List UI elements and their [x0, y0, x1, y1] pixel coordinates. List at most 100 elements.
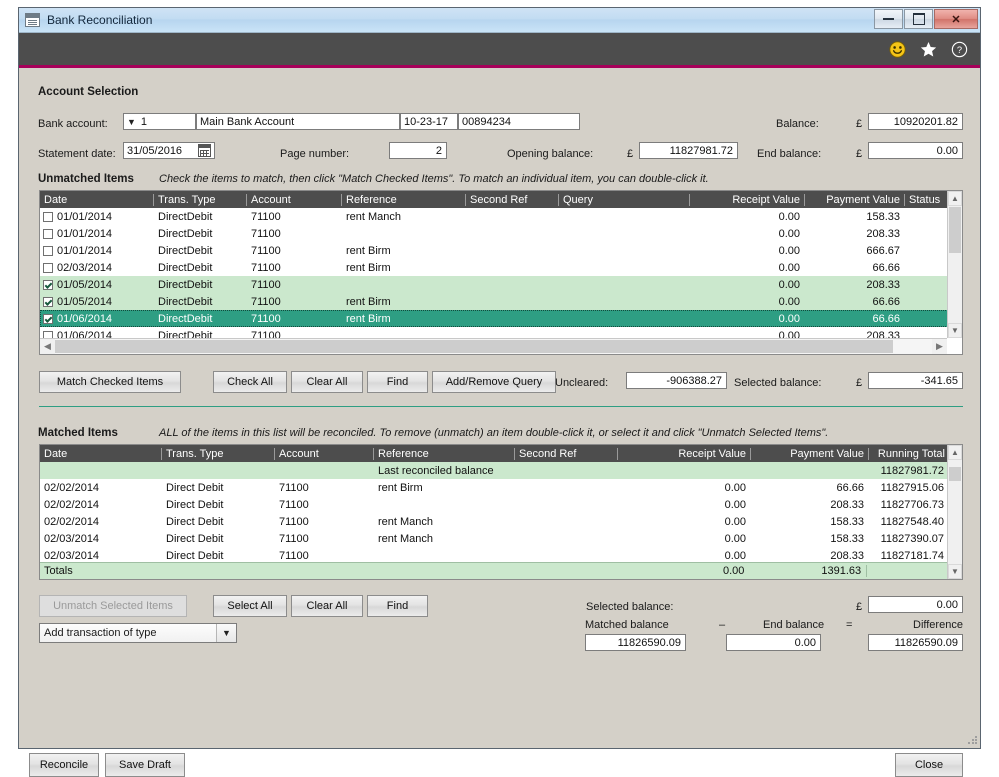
row-date-cell: 02/03/2014	[40, 262, 154, 274]
matched-end-balance-field[interactable]: 0.00	[726, 634, 821, 651]
maximize-button[interactable]	[904, 9, 933, 29]
statement-date-field[interactable]: 31/05/2016	[123, 142, 215, 159]
column-header-second-ref[interactable]: Second Ref	[466, 194, 559, 206]
main-content: Account Selection Bank account: ▼ 1 Main…	[19, 68, 980, 748]
unmatch-selected-items-button[interactable]: Unmatch Selected Items	[39, 595, 187, 617]
matched-column-header-payment-value[interactable]: Payment Value	[751, 448, 869, 460]
help-icon[interactable]: ?	[951, 41, 968, 58]
opening-balance-field[interactable]: 11827981.72	[639, 142, 738, 159]
row-running-total: 11827915.06	[869, 482, 949, 494]
close-window-button[interactable]: ✕	[934, 9, 978, 29]
add-transaction-type-value: Add transaction of type	[44, 627, 157, 639]
minimize-button[interactable]	[874, 9, 903, 29]
matched-clear-all-button[interactable]: Clear All	[291, 595, 363, 617]
smiley-feedback-icon[interactable]	[889, 41, 906, 58]
row-trans-type: Direct Debit	[162, 499, 275, 511]
table-row[interactable]: 01/01/2014DirectDebit711000.00208.33	[40, 225, 962, 242]
row-receipt-value: 0.00	[690, 211, 805, 223]
balance-currency: £	[856, 118, 862, 130]
section-divider	[39, 406, 963, 407]
scroll-down-icon[interactable]: ▼	[948, 323, 962, 338]
row-trans-type: DirectDebit	[154, 211, 247, 223]
column-header-trans-type[interactable]: Trans. Type	[154, 194, 247, 206]
table-row[interactable]: 01/01/2014DirectDebit71100rent Manch0.00…	[40, 208, 962, 225]
unmatched-check-all-button[interactable]: Check All	[213, 371, 287, 393]
column-header-receipt-value[interactable]: Receipt Value	[690, 194, 805, 206]
matched-scroll-down-icon[interactable]: ▼	[948, 564, 962, 579]
table-row[interactable]: Last reconciled balance11827981.72	[40, 462, 962, 479]
add-remove-query-button[interactable]: Add/Remove Query	[432, 371, 556, 393]
unmatched-hscroll-track[interactable]	[55, 339, 932, 354]
column-header-query[interactable]: Query	[559, 194, 690, 206]
table-row[interactable]: 02/03/2014Direct Debit71100rent Manch0.0…	[40, 530, 962, 547]
scroll-right-icon[interactable]: ▶	[932, 339, 947, 354]
matched-items-grid[interactable]: Date Trans. Type Account Reference Secon…	[39, 444, 963, 580]
matched-column-header-reference[interactable]: Reference	[374, 448, 515, 460]
row-checkbox[interactable]	[43, 229, 53, 239]
matched-select-all-button[interactable]: Select All	[213, 595, 287, 617]
unmatched-selected-balance-field[interactable]: -341.65	[868, 372, 963, 389]
matched-column-header-account[interactable]: Account	[275, 448, 374, 460]
unmatched-vertical-scrollbar[interactable]: ▲ ▼	[947, 191, 962, 338]
uncleared-value-field[interactable]: -906388.27	[626, 372, 727, 389]
add-transaction-type-select[interactable]: Add transaction of type ▼	[39, 623, 237, 643]
matched-balance-label: Matched balance	[585, 619, 669, 631]
bank-account-code-select[interactable]: ▼ 1	[123, 113, 196, 130]
unmatched-clear-all-button[interactable]: Clear All	[291, 371, 363, 393]
scroll-left-icon[interactable]: ◀	[40, 339, 55, 354]
column-header-payment-value[interactable]: Payment Value	[805, 194, 905, 206]
table-row[interactable]: 02/02/2014Direct Debit71100rent Manch0.0…	[40, 513, 962, 530]
sort-code-field[interactable]: 10-23-17	[400, 113, 458, 130]
favourite-star-icon[interactable]	[920, 41, 937, 58]
matched-column-header-date[interactable]: Date	[40, 448, 162, 460]
unmatched-items-grid[interactable]: Date Trans. Type Account Reference Secon…	[39, 190, 963, 355]
matched-vscroll-thumb[interactable]	[949, 467, 961, 481]
unmatched-hscroll-thumb[interactable]	[55, 340, 893, 353]
row-checkbox[interactable]	[43, 263, 53, 273]
matched-selected-balance-label: Selected balance:	[586, 601, 673, 613]
column-header-status[interactable]: Status	[905, 194, 949, 206]
account-number-field[interactable]: 00894234	[458, 113, 580, 130]
bank-account-name-field[interactable]: Main Bank Account	[196, 113, 400, 130]
column-header-reference[interactable]: Reference	[342, 194, 466, 206]
unmatched-find-button[interactable]: Find	[367, 371, 428, 393]
matched-column-header-receipt-value[interactable]: Receipt Value	[618, 448, 751, 460]
scroll-up-icon[interactable]: ▲	[948, 191, 962, 206]
chevron-down-icon[interactable]: ▼	[216, 624, 236, 642]
matched-column-header-running-total[interactable]: Running Total	[869, 448, 949, 460]
table-row[interactable]: 01/05/2014DirectDebit71100rent Birm0.006…	[40, 293, 962, 310]
table-row[interactable]: 02/02/2014Direct Debit71100rent Birm0.00…	[40, 479, 962, 496]
table-row[interactable]: 02/02/2014Direct Debit711000.00208.33118…	[40, 496, 962, 513]
row-checkbox[interactable]	[43, 246, 53, 256]
row-reference: rent Manch	[374, 533, 515, 545]
row-trans-type: DirectDebit	[154, 245, 247, 257]
matched-find-button[interactable]: Find	[367, 595, 428, 617]
row-checkbox[interactable]	[43, 280, 53, 290]
row-checkbox[interactable]	[43, 314, 53, 324]
unmatched-horizontal-scrollbar[interactable]: ◀ ▶	[40, 338, 947, 354]
end-balance-field[interactable]: 0.00	[868, 142, 963, 159]
matched-selected-balance-field[interactable]: 0.00	[868, 596, 963, 613]
balance-value-field[interactable]: 10920201.82	[868, 113, 963, 130]
unmatched-vscroll-thumb[interactable]	[949, 207, 961, 253]
match-checked-items-button[interactable]: Match Checked Items	[39, 371, 181, 393]
row-payment-value: 158.33	[751, 533, 869, 545]
column-header-account[interactable]: Account	[247, 194, 342, 206]
table-row[interactable]: 01/05/2014DirectDebit711000.00208.33	[40, 276, 962, 293]
matched-column-header-second-ref[interactable]: Second Ref	[515, 448, 618, 460]
table-row[interactable]: 01/06/2014DirectDebit71100rent Birm0.006…	[40, 310, 962, 327]
matched-balance-field[interactable]: 11826590.09	[585, 634, 686, 651]
matched-column-header-trans-type[interactable]: Trans. Type	[162, 448, 275, 460]
row-checkbox[interactable]	[43, 297, 53, 307]
column-header-date[interactable]: Date	[40, 194, 154, 206]
row-checkbox[interactable]	[43, 212, 53, 222]
page-number-field[interactable]: 2	[389, 142, 447, 159]
table-row[interactable]: 01/01/2014DirectDebit71100rent Birm0.006…	[40, 242, 962, 259]
unmatched-selected-balance-currency: £	[856, 377, 862, 389]
matched-scroll-up-icon[interactable]: ▲	[948, 445, 962, 460]
matched-vertical-scrollbar[interactable]: ▲ ▼	[947, 445, 962, 579]
calendar-icon[interactable]	[198, 144, 211, 157]
table-row[interactable]: 02/03/2014DirectDebit71100rent Birm0.006…	[40, 259, 962, 276]
difference-field[interactable]: 11826590.09	[868, 634, 963, 651]
resize-grip-icon[interactable]	[967, 735, 978, 746]
